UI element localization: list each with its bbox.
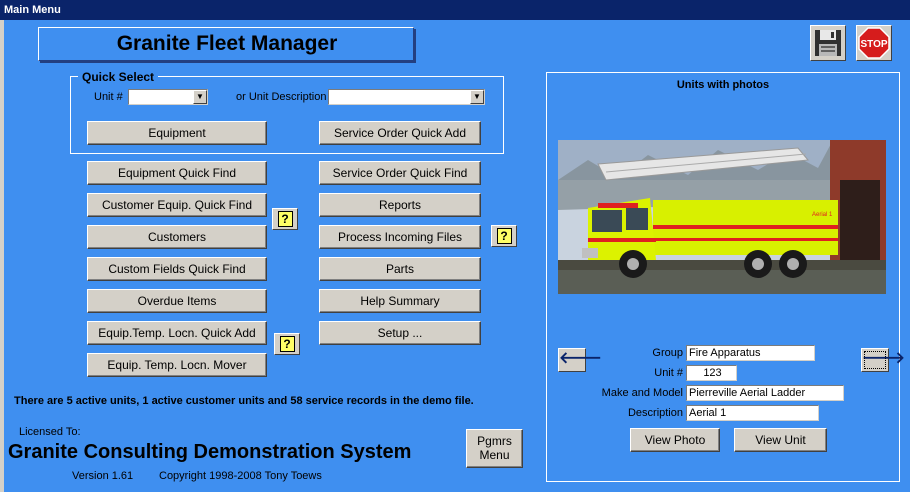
unit-description-combo[interactable]: ▼ — [328, 89, 485, 105]
equipment-button[interactable]: Equipment — [87, 121, 267, 145]
previous-unit-button[interactable]: 🡐 — [558, 348, 602, 372]
quick-select-legend: Quick Select — [78, 70, 159, 84]
setup-button[interactable]: Setup ... — [319, 321, 481, 345]
customer-equip-quick-find-button[interactable]: Customer Equip. Quick Find — [87, 193, 267, 217]
help-summary-button[interactable]: Help Summary — [319, 289, 481, 313]
reports-button[interactable]: Reports — [319, 193, 481, 217]
copyright-text: Copyright 1998-2008 Tony Toews — [159, 470, 322, 482]
equip-temp-locn-quick-add-button[interactable]: Equip.Temp. Locn. Quick Add — [87, 321, 267, 345]
pgmrs-menu-line1: Pgmrs — [477, 434, 512, 448]
fire-truck-photo: Aerial 1 — [558, 140, 886, 294]
group-field[interactable]: Fire Apparatus — [686, 345, 815, 361]
chevron-down-icon[interactable]: ▼ — [470, 90, 484, 104]
make-model-field[interactable]: Pierreville Aerial Ladder — [686, 385, 844, 401]
next-unit-button[interactable]: 🡒 — [861, 348, 905, 372]
stop-button[interactable]: STOP — [856, 25, 892, 61]
unit-number-combo[interactable]: ▼ — [128, 89, 208, 105]
stop-label: STOP — [860, 39, 887, 50]
view-unit-button[interactable]: View Unit — [734, 428, 827, 452]
equipment-quick-find-button[interactable]: Equipment Quick Find — [87, 161, 267, 185]
unit-number-photo-field[interactable]: 123 — [686, 365, 737, 381]
arrow-left-icon: 🡐 — [559, 350, 602, 367]
status-text: There are 5 active units, 1 active custo… — [14, 395, 474, 407]
pgmrs-menu-line2: Menu — [479, 448, 510, 462]
help-button-incoming-files[interactable]: ? — [491, 225, 517, 247]
help-button-temp-locn[interactable]: ? — [274, 333, 300, 355]
window-title: Main Menu — [4, 4, 61, 16]
unit-number-label: Unit # — [94, 91, 123, 103]
view-photo-button[interactable]: View Photo — [630, 428, 720, 452]
photo-caption: Aerial 1 — [812, 212, 833, 218]
service-order-quick-find-button[interactable]: Service Order Quick Find — [319, 161, 481, 185]
equip-temp-locn-mover-button[interactable]: Equip. Temp. Locn. Mover — [87, 353, 267, 377]
make-model-label: Make and Model — [601, 387, 683, 399]
chevron-down-icon[interactable]: ▼ — [193, 90, 207, 104]
stop-sign-icon: STOP — [858, 27, 890, 59]
arrow-right-icon: 🡒 — [862, 350, 905, 367]
unit-description-label: or Unit Description — [236, 91, 327, 103]
floppy-disk-icon — [815, 30, 841, 56]
question-mark-icon: ? — [279, 336, 295, 352]
licensed-to-label: Licensed To: — [19, 426, 81, 438]
description-label: Description — [627, 407, 683, 419]
question-mark-icon: ? — [496, 228, 512, 244]
question-mark-icon: ? — [277, 211, 293, 227]
service-order-quick-add-button[interactable]: Service Order Quick Add — [319, 121, 481, 145]
overdue-items-button[interactable]: Overdue Items — [87, 289, 267, 313]
app-title-box: Granite Fleet Manager — [38, 27, 414, 61]
customers-button[interactable]: Customers — [87, 225, 267, 249]
company-name: Granite Consulting Demonstration System — [8, 441, 412, 463]
window-titlebar: Main Menu — [0, 0, 910, 20]
parts-button[interactable]: Parts — [319, 257, 481, 281]
unit-photo: Aerial 1 — [558, 140, 886, 294]
units-with-photos-title: Units with photos — [676, 79, 770, 91]
description-field[interactable]: Aerial 1 — [686, 405, 819, 421]
pgmrs-menu-button[interactable]: Pgmrs Menu — [466, 429, 523, 468]
version-text: Version 1.61 — [72, 470, 134, 482]
process-incoming-files-button[interactable]: Process Incoming Files — [319, 225, 481, 249]
app-title: Granite Fleet Manager — [116, 32, 338, 55]
help-button-customer-equip[interactable]: ? — [272, 208, 298, 230]
window-frame — [0, 20, 4, 492]
unit-number-photo-label: Unit # — [654, 367, 683, 379]
save-button[interactable] — [810, 25, 846, 61]
group-label: Group — [652, 347, 683, 359]
custom-fields-quick-find-button[interactable]: Custom Fields Quick Find — [87, 257, 267, 281]
